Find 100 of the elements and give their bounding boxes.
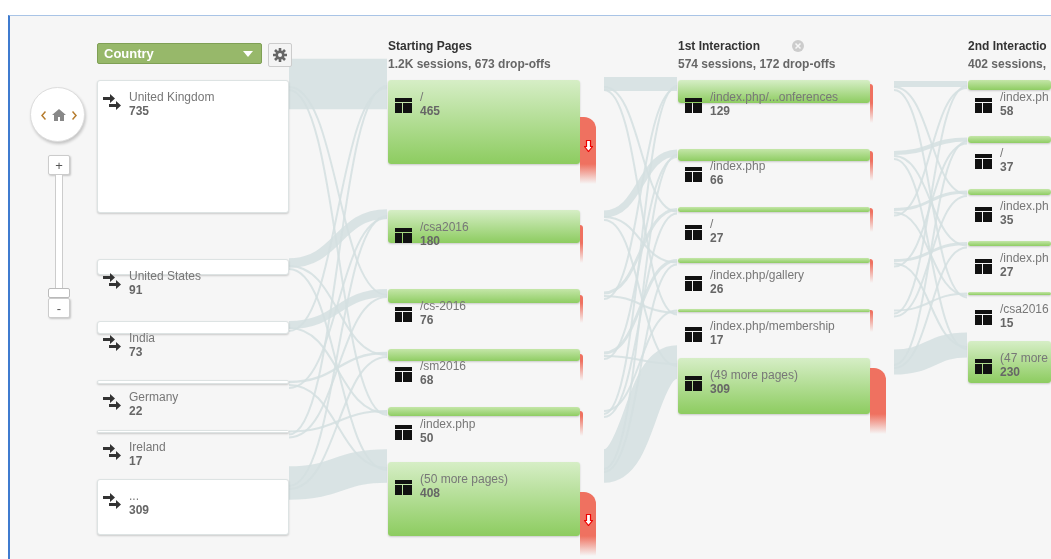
node-count: 35 — [1000, 213, 1014, 227]
column-subtitle: 1.2K sessions, 673 drop-offs — [388, 57, 551, 71]
page-node[interactable] — [968, 80, 1051, 90]
gear-icon — [273, 48, 287, 62]
page-layout-icon — [975, 98, 992, 113]
node-label: /index.php — [420, 417, 476, 431]
drop-off-tail — [580, 243, 583, 263]
page-layout-icon — [395, 480, 412, 495]
double-arrow-icon — [103, 273, 122, 290]
page-layout-icon — [395, 228, 412, 243]
page-node[interactable] — [968, 292, 1051, 295]
page-layout-icon — [975, 207, 992, 222]
node-count: 58 — [1000, 104, 1014, 118]
page-node[interactable] — [968, 189, 1051, 195]
page-node[interactable] — [968, 136, 1051, 143]
node-label: ... — [129, 489, 139, 503]
page-node[interactable] — [388, 462, 580, 536]
column-title: 2nd Interactio — [968, 39, 1047, 53]
node-count: 408 — [420, 486, 441, 500]
country-node[interactable] — [97, 80, 289, 213]
page-node[interactable] — [678, 258, 870, 263]
node-count: 17 — [129, 454, 143, 468]
zoom-out-button[interactable]: - — [48, 298, 70, 318]
node-count: 15 — [1000, 316, 1014, 330]
page-node[interactable] — [678, 309, 870, 312]
node-count: 22 — [129, 404, 143, 418]
home-icon — [52, 109, 66, 121]
page-layout-icon — [685, 376, 702, 391]
column-title: Starting Pages — [388, 39, 473, 53]
column-subtitle: 402 sessions, — [968, 57, 1047, 71]
drop-off-tail — [580, 361, 583, 381]
node-label: /index.php/membership — [710, 319, 835, 333]
column-title: 1st Interaction — [678, 39, 761, 53]
node-label: / — [420, 90, 424, 104]
page-layout-icon — [685, 225, 702, 240]
node-count: 17 — [710, 333, 724, 347]
page-layout-icon — [395, 425, 412, 440]
node-count: 73 — [129, 345, 143, 359]
node-label: / — [710, 217, 714, 231]
node-count: 129 — [710, 104, 731, 118]
page-node[interactable] — [388, 80, 580, 164]
node-label: /csa2016 — [420, 220, 469, 234]
chevron-right-icon — [72, 111, 77, 120]
node-count: 27 — [1000, 265, 1014, 279]
drop-off-tail — [580, 303, 583, 323]
navigation-control[interactable] — [30, 87, 85, 142]
page-node[interactable] — [678, 80, 870, 103]
page-layout-icon — [395, 367, 412, 382]
node-label: United Kingdom — [129, 90, 215, 104]
page-node[interactable] — [678, 358, 870, 414]
country-node[interactable] — [97, 479, 289, 535]
node-count: 50 — [420, 431, 434, 445]
node-label: / — [1000, 146, 1004, 160]
zoom-in-button[interactable]: + — [48, 155, 70, 175]
drop-off-tail — [580, 416, 583, 436]
page-layout-icon — [685, 327, 702, 342]
node-label: (49 more pages) — [710, 368, 799, 382]
node-label: (47 more — [1000, 351, 1049, 365]
node-count: 26 — [710, 282, 724, 296]
settings-button[interactable] — [268, 43, 292, 67]
node-label: /index.php/gallery — [710, 268, 805, 282]
page-node[interactable] — [968, 341, 1051, 383]
drop-off-tail — [870, 103, 873, 123]
node-count: 465 — [420, 104, 441, 118]
node-count: 68 — [420, 373, 434, 387]
page-node[interactable] — [678, 149, 870, 161]
node-count: 66 — [710, 173, 724, 187]
drop-off-tail — [870, 263, 873, 283]
drop-off-tail — [580, 164, 596, 184]
node-label: Germany — [129, 390, 179, 404]
node-label: /index.ph — [1000, 90, 1049, 104]
page-node[interactable] — [388, 289, 580, 303]
node-count: 91 — [129, 283, 143, 297]
node-label: /index.ph — [1000, 251, 1049, 265]
double-arrow-icon — [103, 444, 122, 461]
node-count: 27 — [710, 231, 724, 245]
slider-thumb[interactable] — [48, 288, 70, 298]
column-subtitle: 574 sessions, 172 drop-offs — [678, 57, 836, 71]
page-layout-icon — [975, 259, 992, 274]
page-node[interactable] — [388, 210, 580, 243]
page-layout-icon — [975, 310, 992, 325]
caret-icon — [243, 50, 253, 57]
double-arrow-icon — [103, 94, 122, 111]
page-layout-icon — [395, 98, 412, 113]
page-node[interactable] — [968, 241, 1051, 246]
drop-off-tail — [870, 312, 873, 332]
node-label: India — [129, 331, 156, 345]
page-node[interactable] — [678, 207, 870, 212]
page-layout-icon — [975, 359, 992, 374]
node-label: /cs-2016 — [420, 299, 467, 313]
page-node[interactable] — [388, 349, 580, 361]
drop-off-tail — [870, 414, 886, 434]
node-count: 37 — [1000, 160, 1014, 174]
node-label: (50 more pages) — [420, 472, 509, 486]
page-node[interactable] — [388, 407, 580, 416]
country-node[interactable] — [97, 321, 289, 334]
node-count: 309 — [129, 503, 150, 517]
page-layout-icon — [685, 98, 702, 113]
node-label: /index.php — [710, 159, 766, 173]
down-arrow-icon — [584, 140, 593, 153]
